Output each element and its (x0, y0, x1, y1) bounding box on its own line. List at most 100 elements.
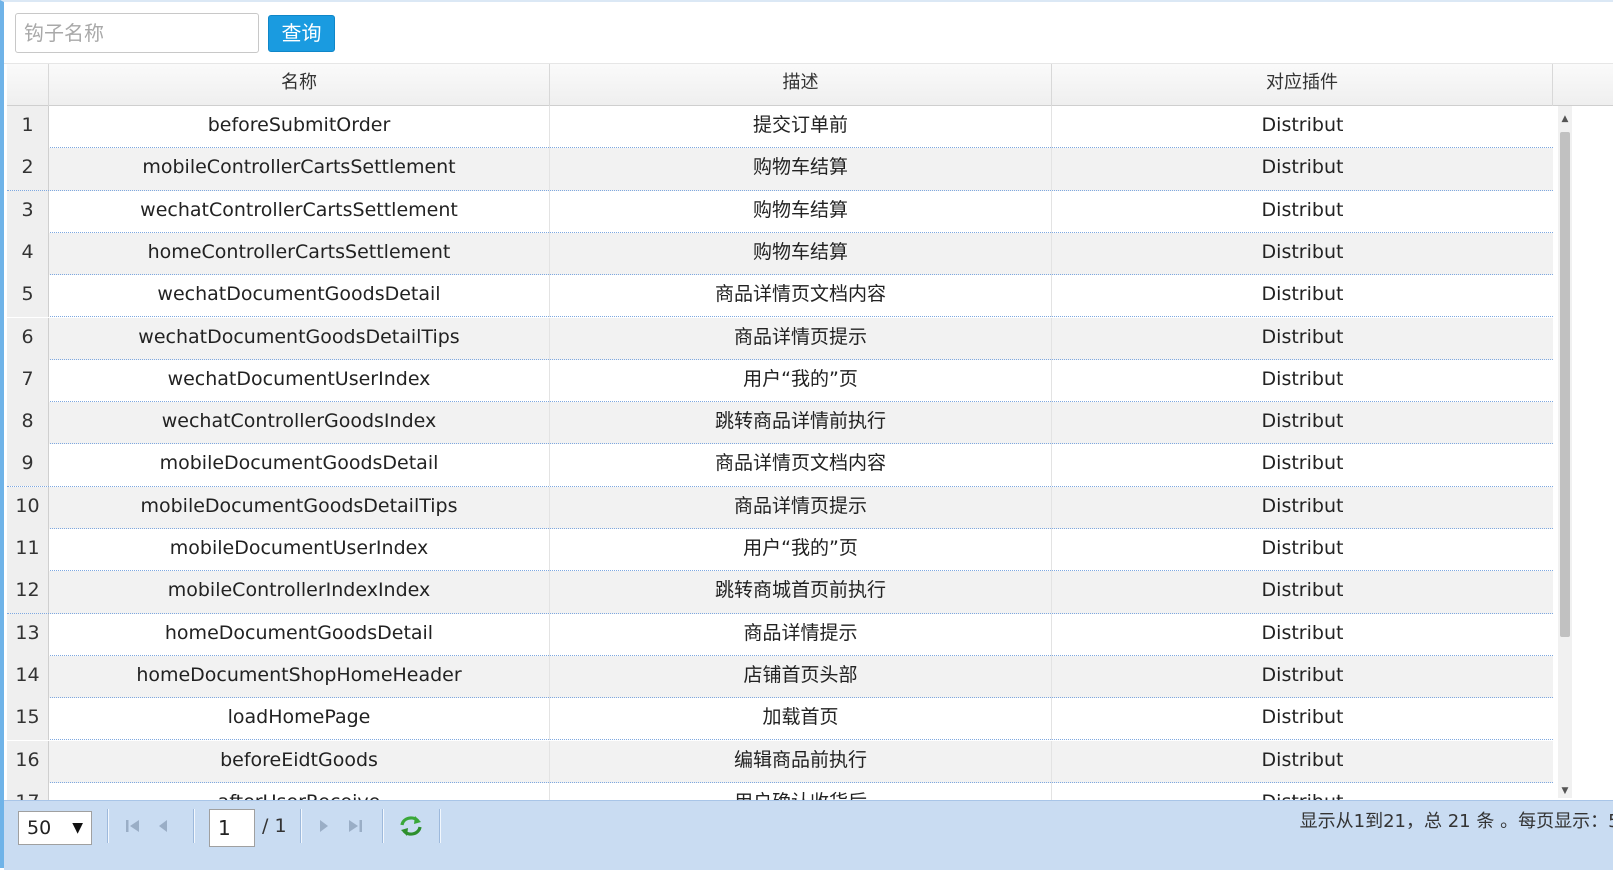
toolbar: 查询 (4, 2, 1613, 64)
pager-separator (107, 809, 109, 843)
table-row[interactable]: 10 mobileDocumentGoodsDetailTips 商品详情页提示 Di… (7, 486, 1553, 529)
name-cell: mobileControllerIndexIndex (49, 571, 550, 614)
page-size-value: 50 (27, 817, 52, 839)
description-cell: 购物车结算 (550, 232, 1052, 275)
table-row[interactable]: 5 wechatDocumentGoodsDetail 商品详情页文档内容 Distr… (7, 275, 1553, 318)
plugin-cell: Distribut (1261, 367, 1344, 390)
pager-separator (439, 809, 441, 843)
plugin-cell: Distribut (1261, 537, 1344, 559)
row-number-cell: 7 (7, 359, 49, 402)
table-row[interactable]: 7 wechatDocumentUserIndex 用户“我的”页 Distribut (7, 359, 1553, 403)
row-number-cell: 9 (7, 444, 49, 487)
plugin-cell: Distribut (1261, 494, 1344, 517)
next-page-icon[interactable] (313, 815, 335, 837)
table-row[interactable]: 6 wechatDocumentGoodsDetailTips 商品详情页提示 Dis… (7, 317, 1553, 360)
row-number-cell: 15 (7, 698, 49, 741)
row-number-cell: 5 (7, 275, 49, 318)
name-cell: homeDocumentShopHomeHeader (49, 655, 550, 698)
row-number-cell: 10 (7, 486, 49, 529)
description-cell: 用户“我的”页 (550, 529, 1052, 571)
name-cell: loadHomePage (49, 698, 550, 741)
description-cell: 店铺首页头部 (550, 655, 1052, 698)
total-pages-label: / 1 (262, 815, 287, 837)
plugin-cell: Distribut (1261, 198, 1344, 221)
scroll-down-arrow-icon[interactable]: ▼ (1560, 786, 1570, 796)
row-number-cell: 14 (7, 655, 49, 698)
row-number-header (7, 64, 49, 106)
table-row[interactable]: 11 mobileDocumentUserIndex 用户“我的”页 Distribu… (7, 529, 1553, 572)
pager-separator (300, 809, 302, 843)
plugin-cell: Distribut (1261, 114, 1344, 136)
table-row[interactable]: 9 mobileDocumentGoodsDetail 商品详情页文档内容 Distr… (7, 444, 1553, 487)
pager-separator (382, 809, 384, 843)
description-cell: 跳转商城首页前执行 (550, 571, 1052, 614)
table-row[interactable]: 2 mobileControllerCartsSettlement 购物车结算 Dis… (7, 148, 1553, 191)
row-number-cell: 3 (7, 190, 49, 233)
plugin-cell: Distribut (1261, 240, 1344, 263)
table-row[interactable]: 3 wechatControllerCartsSettlement 购物车结算 Dis… (7, 190, 1553, 233)
name-cell: mobileDocumentGoodsDetail (49, 444, 550, 487)
description-cell: 商品详情页提示 (550, 486, 1052, 529)
name-cell: wechatControllerCartsSettlement (49, 190, 550, 233)
scroll-up-arrow-icon[interactable]: ▲ (1560, 114, 1570, 124)
pager-separator (193, 809, 195, 843)
refresh-icon[interactable] (398, 813, 424, 839)
name-cell: wechatControllerGoodsIndex (49, 402, 550, 445)
name-cell: wechatDocumentGoodsDetail (49, 275, 550, 318)
last-page-icon[interactable] (344, 815, 366, 837)
table-row[interactable]: 16 beforeEidtGoods 编辑商品前执行 Distribut (7, 740, 1553, 783)
grid-header: 名称 描述 对应插件 (7, 64, 1613, 106)
current-page-input[interactable]: 1 (209, 809, 255, 847)
plugin-cell: Distribut (1261, 156, 1344, 179)
description-cell: 购物车结算 (550, 148, 1052, 191)
pager-bar: 50 ▼ 1 / 1 显示从1到21，总 21 条 。每页显示：50 (4, 800, 1613, 870)
column-header-filler (1553, 64, 1613, 106)
column-header-plugin[interactable]: 对应插件 (1052, 64, 1553, 106)
row-number-cell: 2 (7, 148, 49, 191)
row-number-cell: 4 (7, 232, 49, 275)
description-cell: 用户“我的”页 (550, 359, 1052, 402)
table-row[interactable]: 14 homeDocumentShopHomeHeader 店铺首页头部 Distri… (7, 655, 1553, 699)
description-cell: 商品详情页提示 (550, 317, 1052, 360)
name-cell: beforeSubmitOrder (49, 106, 550, 148)
page-size-select[interactable]: 50 ▼ (18, 811, 92, 845)
description-cell: 商品详情页文档内容 (550, 275, 1052, 318)
column-header-name[interactable]: 名称 (49, 64, 550, 106)
pager-info-text: 显示从1到21，总 21 条 。每页显示：50 (1299, 811, 1613, 832)
table-row[interactable]: 17afterUserReceive用户确认收货后Distribut (7, 782, 1553, 800)
description-cell: 商品详情页文档内容 (550, 444, 1052, 487)
vertical-scrollbar[interactable]: ▲ ▼ (1558, 106, 1572, 798)
name-cell: wechatDocumentUserIndex (49, 359, 550, 402)
description-cell: 购物车结算 (550, 190, 1052, 233)
name-cell: mobileControllerCartsSettlement (49, 148, 550, 191)
plugin-cell: Distribut (1261, 621, 1344, 644)
name-cell: beforeEidtGoods (49, 740, 550, 783)
description-cell: 提交订单前 (550, 106, 1052, 148)
scrollbar-thumb[interactable] (1560, 132, 1570, 637)
table-row[interactable]: 1 beforeSubmitOrder 提交订单前 Distribut (7, 106, 1553, 149)
description-cell: 用户确认收货后 (550, 782, 1052, 800)
column-header-description[interactable]: 描述 (550, 64, 1052, 106)
name-cell: homeControllerCartsSettlement (49, 232, 550, 275)
dropdown-arrow-icon: ▼ (72, 820, 83, 836)
table-row[interactable]: 15 loadHomePage 加载首页 Distribut (7, 698, 1553, 741)
plugin-cell: Distribut (1261, 579, 1344, 602)
table-row[interactable]: 12 mobileControllerIndexIndex 跳转商城首页前执行 Dis… (7, 571, 1553, 614)
table-row[interactable]: 4 homeControllerCartsSettlement 购物车结算 Distr… (7, 232, 1553, 276)
grid-body: 1 beforeSubmitOrder 提交订单前 Distribut 2 mobileC… (7, 106, 1553, 800)
row-number-cell: 17 (7, 782, 49, 800)
hook-name-search-input[interactable] (15, 13, 259, 53)
description-cell: 加载首页 (550, 698, 1052, 741)
plugin-cell: Distribut (1261, 410, 1344, 433)
row-number-cell: 11 (7, 529, 49, 571)
previous-page-icon[interactable] (152, 815, 174, 837)
description-cell: 编辑商品前执行 (550, 740, 1052, 783)
first-page-icon[interactable] (122, 815, 144, 837)
table-row[interactable]: 13 homeDocumentGoodsDetail 商品详情提示 Distribut (7, 613, 1553, 656)
query-button[interactable]: 查询 (268, 15, 335, 52)
name-cell: mobileDocumentUserIndex (49, 529, 550, 571)
page-frame: 查询 名称 描述 对应插件 1 beforeSubmitOrder提交订单前 Dis… (0, 0, 1613, 870)
description-cell: 商品详情提示 (550, 613, 1052, 656)
table-row[interactable]: 8 wechatControllerGoodsIndex 跳转商品详情前执行 Dist… (7, 402, 1553, 445)
plugin-cell: Distribut (1261, 748, 1344, 771)
